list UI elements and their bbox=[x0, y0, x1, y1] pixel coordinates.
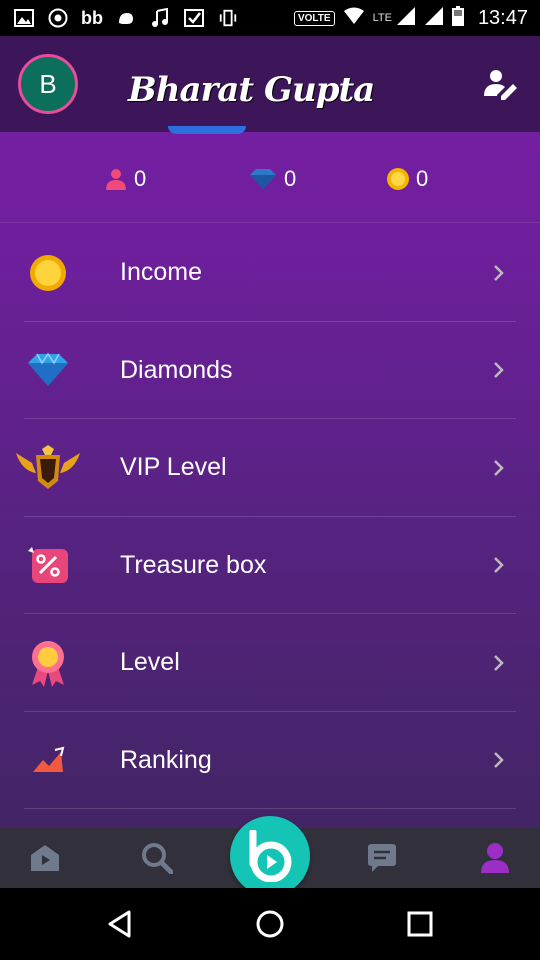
diamonds-stat[interactable]: 0 bbox=[248, 166, 296, 192]
avatar-letter: B bbox=[39, 68, 57, 99]
coins-stat[interactable]: 0 bbox=[386, 166, 428, 192]
nav-profile[interactable] bbox=[475, 838, 515, 878]
system-navigation-bar bbox=[0, 888, 540, 960]
lte-label: LTE bbox=[372, 12, 392, 24]
nav-messages[interactable] bbox=[362, 838, 402, 878]
live-icon bbox=[249, 830, 292, 882]
avatar[interactable]: B bbox=[18, 54, 78, 114]
chevron-right-icon bbox=[492, 555, 506, 575]
wifi-icon bbox=[343, 7, 365, 30]
user-name: Bharat Gupta bbox=[128, 70, 375, 110]
menu-item-diamonds[interactable]: Diamonds bbox=[0, 322, 540, 419]
menu-item-label: VIP Level bbox=[120, 453, 227, 482]
volte-badge: VOLTE bbox=[293, 10, 335, 26]
chevron-right-icon bbox=[492, 653, 506, 673]
home-button[interactable] bbox=[250, 904, 290, 944]
menu-item-vip-level[interactable]: VIP Level bbox=[0, 419, 540, 517]
chevron-right-icon bbox=[492, 458, 506, 478]
treasure-box-icon bbox=[14, 535, 82, 595]
coin-icon bbox=[14, 243, 82, 303]
uc-browser-icon bbox=[116, 8, 136, 28]
vibrate-icon bbox=[218, 8, 238, 28]
header-tab-indicator bbox=[168, 126, 246, 134]
menu-item-label: Level bbox=[120, 648, 180, 677]
diamond-icon bbox=[250, 169, 276, 189]
recents-square-icon bbox=[407, 911, 433, 937]
level-medal-icon bbox=[14, 633, 82, 693]
menu-item-label: Treasure box bbox=[120, 550, 267, 579]
status-bar: bb VOLTE LTE 13:47 bbox=[0, 0, 540, 36]
chrome-icon bbox=[48, 8, 68, 28]
check-app-icon bbox=[184, 8, 204, 28]
edit-profile-icon bbox=[484, 70, 517, 100]
recents-button[interactable] bbox=[400, 904, 440, 944]
gallery-icon bbox=[14, 8, 34, 28]
notification-icons: bb bbox=[14, 8, 238, 28]
menu-item-label: Income bbox=[120, 258, 202, 287]
search-icon bbox=[142, 843, 173, 874]
menu-divider bbox=[24, 808, 516, 809]
chevron-right-icon bbox=[492, 750, 506, 770]
menu-item-income[interactable]: Income bbox=[0, 224, 540, 322]
back-button[interactable] bbox=[100, 904, 140, 944]
nav-home[interactable] bbox=[25, 838, 65, 878]
menu-item-treasure-box[interactable]: Treasure box bbox=[0, 517, 540, 614]
profile-icon bbox=[481, 843, 509, 873]
menu-item-label: Diamonds bbox=[120, 355, 233, 384]
messages-icon bbox=[368, 844, 396, 872]
diamonds-count: 0 bbox=[284, 166, 297, 191]
edit-profile-button[interactable] bbox=[480, 64, 520, 104]
menu-item-level[interactable]: Level bbox=[0, 614, 540, 712]
music-icon bbox=[150, 8, 170, 28]
followers-stat[interactable]: 0 bbox=[104, 166, 146, 192]
coin-icon bbox=[387, 168, 409, 190]
battery-icon bbox=[451, 5, 464, 31]
stats-divider bbox=[0, 222, 540, 223]
vip-badge-icon bbox=[14, 438, 82, 498]
coins-count: 0 bbox=[416, 166, 429, 191]
system-indicators: VOLTE LTE 13:47 bbox=[293, 5, 528, 31]
person-icon bbox=[106, 169, 126, 190]
diamond-icon bbox=[14, 340, 82, 400]
back-icon bbox=[108, 910, 131, 938]
followers-count: 0 bbox=[134, 166, 147, 191]
live-button[interactable] bbox=[230, 816, 310, 888]
signal-icon-2 bbox=[424, 6, 444, 31]
app-b-icon: bb bbox=[81, 7, 103, 28]
nav-search[interactable] bbox=[137, 838, 177, 878]
profile-screen: B Bharat Gupta 0 0 0 Income Diamonds VIP… bbox=[0, 36, 540, 888]
ranking-icon bbox=[14, 730, 82, 790]
home-icon bbox=[31, 845, 59, 871]
profile-menu: Income Diamonds VIP Level Treasure box L… bbox=[0, 224, 540, 809]
clock: 13:47 bbox=[477, 6, 528, 29]
menu-item-ranking[interactable]: Ranking bbox=[0, 712, 540, 809]
profile-header: B Bharat Gupta bbox=[0, 36, 540, 132]
menu-item-label: Ranking bbox=[120, 745, 212, 774]
home-circle-icon bbox=[256, 910, 284, 938]
signal-icon-1 bbox=[396, 6, 416, 31]
chevron-right-icon bbox=[492, 263, 506, 283]
chevron-right-icon bbox=[492, 360, 506, 380]
